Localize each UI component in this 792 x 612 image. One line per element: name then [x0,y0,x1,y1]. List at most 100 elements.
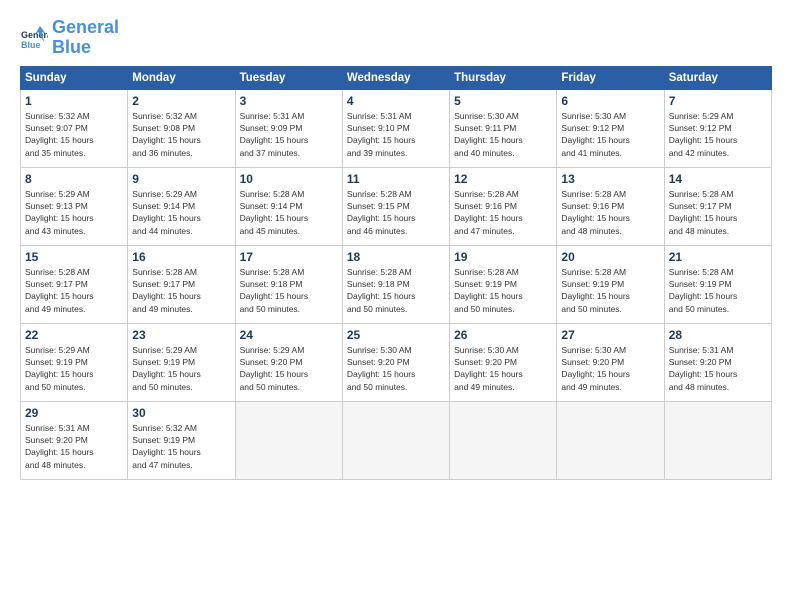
logo-icon: General Blue [20,24,48,52]
day-number: 9 [132,172,230,186]
day-info: Sunrise: 5:28 AM Sunset: 9:19 PM Dayligh… [669,266,767,315]
day-number: 23 [132,328,230,342]
day-cell: 26 Sunrise: 5:30 AM Sunset: 9:20 PM Dayl… [450,323,557,401]
week-row-1: 1 Sunrise: 5:32 AM Sunset: 9:07 PM Dayli… [21,89,772,167]
day-info: Sunrise: 5:31 AM Sunset: 9:20 PM Dayligh… [669,344,767,393]
day-number: 28 [669,328,767,342]
day-info: Sunrise: 5:32 AM Sunset: 9:07 PM Dayligh… [25,110,123,159]
day-number: 21 [669,250,767,264]
day-cell: 7 Sunrise: 5:29 AM Sunset: 9:12 PM Dayli… [664,89,771,167]
day-cell [342,401,449,479]
day-number: 8 [25,172,123,186]
day-number: 25 [347,328,445,342]
column-header-wednesday: Wednesday [342,66,449,89]
day-cell: 28 Sunrise: 5:31 AM Sunset: 9:20 PM Dayl… [664,323,771,401]
day-cell: 16 Sunrise: 5:28 AM Sunset: 9:17 PM Dayl… [128,245,235,323]
day-info: Sunrise: 5:28 AM Sunset: 9:14 PM Dayligh… [240,188,338,237]
day-number: 2 [132,94,230,108]
day-cell: 8 Sunrise: 5:29 AM Sunset: 9:13 PM Dayli… [21,167,128,245]
day-info: Sunrise: 5:30 AM Sunset: 9:12 PM Dayligh… [561,110,659,159]
day-info: Sunrise: 5:28 AM Sunset: 9:18 PM Dayligh… [347,266,445,315]
day-info: Sunrise: 5:30 AM Sunset: 9:20 PM Dayligh… [454,344,552,393]
day-number: 24 [240,328,338,342]
day-cell: 23 Sunrise: 5:29 AM Sunset: 9:19 PM Dayl… [128,323,235,401]
column-header-thursday: Thursday [450,66,557,89]
column-header-sunday: Sunday [21,66,128,89]
column-header-tuesday: Tuesday [235,66,342,89]
day-info: Sunrise: 5:29 AM Sunset: 9:19 PM Dayligh… [132,344,230,393]
day-info: Sunrise: 5:28 AM Sunset: 9:17 PM Dayligh… [669,188,767,237]
day-info: Sunrise: 5:28 AM Sunset: 9:19 PM Dayligh… [454,266,552,315]
page: General Blue GeneralBlue SundayMondayTue… [0,0,792,612]
day-cell: 22 Sunrise: 5:29 AM Sunset: 9:19 PM Dayl… [21,323,128,401]
day-cell [557,401,664,479]
day-info: Sunrise: 5:30 AM Sunset: 9:11 PM Dayligh… [454,110,552,159]
day-info: Sunrise: 5:32 AM Sunset: 9:19 PM Dayligh… [132,422,230,471]
day-cell: 13 Sunrise: 5:28 AM Sunset: 9:16 PM Dayl… [557,167,664,245]
day-info: Sunrise: 5:28 AM Sunset: 9:19 PM Dayligh… [561,266,659,315]
day-cell: 20 Sunrise: 5:28 AM Sunset: 9:19 PM Dayl… [557,245,664,323]
day-number: 15 [25,250,123,264]
svg-text:Blue: Blue [21,40,41,50]
day-cell: 15 Sunrise: 5:28 AM Sunset: 9:17 PM Dayl… [21,245,128,323]
day-number: 29 [25,406,123,420]
day-cell: 24 Sunrise: 5:29 AM Sunset: 9:20 PM Dayl… [235,323,342,401]
column-header-friday: Friday [557,66,664,89]
day-cell: 27 Sunrise: 5:30 AM Sunset: 9:20 PM Dayl… [557,323,664,401]
day-cell: 6 Sunrise: 5:30 AM Sunset: 9:12 PM Dayli… [557,89,664,167]
day-number: 12 [454,172,552,186]
day-info: Sunrise: 5:28 AM Sunset: 9:17 PM Dayligh… [132,266,230,315]
day-cell: 21 Sunrise: 5:28 AM Sunset: 9:19 PM Dayl… [664,245,771,323]
week-row-4: 22 Sunrise: 5:29 AM Sunset: 9:19 PM Dayl… [21,323,772,401]
day-number: 20 [561,250,659,264]
week-row-2: 8 Sunrise: 5:29 AM Sunset: 9:13 PM Dayli… [21,167,772,245]
day-info: Sunrise: 5:29 AM Sunset: 9:19 PM Dayligh… [25,344,123,393]
day-cell: 4 Sunrise: 5:31 AM Sunset: 9:10 PM Dayli… [342,89,449,167]
day-number: 26 [454,328,552,342]
day-number: 13 [561,172,659,186]
day-number: 6 [561,94,659,108]
calendar-table: SundayMondayTuesdayWednesdayThursdayFrid… [20,66,772,480]
day-number: 30 [132,406,230,420]
header-row: SundayMondayTuesdayWednesdayThursdayFrid… [21,66,772,89]
day-info: Sunrise: 5:32 AM Sunset: 9:08 PM Dayligh… [132,110,230,159]
day-info: Sunrise: 5:30 AM Sunset: 9:20 PM Dayligh… [347,344,445,393]
day-cell [235,401,342,479]
day-cell: 14 Sunrise: 5:28 AM Sunset: 9:17 PM Dayl… [664,167,771,245]
day-info: Sunrise: 5:29 AM Sunset: 9:13 PM Dayligh… [25,188,123,237]
day-cell [450,401,557,479]
day-info: Sunrise: 5:28 AM Sunset: 9:16 PM Dayligh… [454,188,552,237]
week-row-3: 15 Sunrise: 5:28 AM Sunset: 9:17 PM Dayl… [21,245,772,323]
column-header-saturday: Saturday [664,66,771,89]
day-info: Sunrise: 5:29 AM Sunset: 9:12 PM Dayligh… [669,110,767,159]
day-cell: 30 Sunrise: 5:32 AM Sunset: 9:19 PM Dayl… [128,401,235,479]
day-cell: 2 Sunrise: 5:32 AM Sunset: 9:08 PM Dayli… [128,89,235,167]
day-number: 3 [240,94,338,108]
week-row-5: 29 Sunrise: 5:31 AM Sunset: 9:20 PM Dayl… [21,401,772,479]
day-number: 19 [454,250,552,264]
day-cell: 18 Sunrise: 5:28 AM Sunset: 9:18 PM Dayl… [342,245,449,323]
day-number: 17 [240,250,338,264]
day-cell: 29 Sunrise: 5:31 AM Sunset: 9:20 PM Dayl… [21,401,128,479]
day-info: Sunrise: 5:31 AM Sunset: 9:09 PM Dayligh… [240,110,338,159]
day-number: 22 [25,328,123,342]
day-number: 27 [561,328,659,342]
day-cell: 1 Sunrise: 5:32 AM Sunset: 9:07 PM Dayli… [21,89,128,167]
day-number: 14 [669,172,767,186]
day-cell: 19 Sunrise: 5:28 AM Sunset: 9:19 PM Dayl… [450,245,557,323]
day-number: 11 [347,172,445,186]
day-info: Sunrise: 5:28 AM Sunset: 9:17 PM Dayligh… [25,266,123,315]
day-cell: 5 Sunrise: 5:30 AM Sunset: 9:11 PM Dayli… [450,89,557,167]
day-info: Sunrise: 5:29 AM Sunset: 9:14 PM Dayligh… [132,188,230,237]
logo-text: GeneralBlue [52,18,119,58]
day-info: Sunrise: 5:28 AM Sunset: 9:16 PM Dayligh… [561,188,659,237]
day-info: Sunrise: 5:31 AM Sunset: 9:10 PM Dayligh… [347,110,445,159]
day-info: Sunrise: 5:30 AM Sunset: 9:20 PM Dayligh… [561,344,659,393]
day-cell: 11 Sunrise: 5:28 AM Sunset: 9:15 PM Dayl… [342,167,449,245]
day-info: Sunrise: 5:28 AM Sunset: 9:18 PM Dayligh… [240,266,338,315]
day-number: 10 [240,172,338,186]
day-cell: 12 Sunrise: 5:28 AM Sunset: 9:16 PM Dayl… [450,167,557,245]
day-info: Sunrise: 5:29 AM Sunset: 9:20 PM Dayligh… [240,344,338,393]
day-cell: 17 Sunrise: 5:28 AM Sunset: 9:18 PM Dayl… [235,245,342,323]
day-cell: 10 Sunrise: 5:28 AM Sunset: 9:14 PM Dayl… [235,167,342,245]
